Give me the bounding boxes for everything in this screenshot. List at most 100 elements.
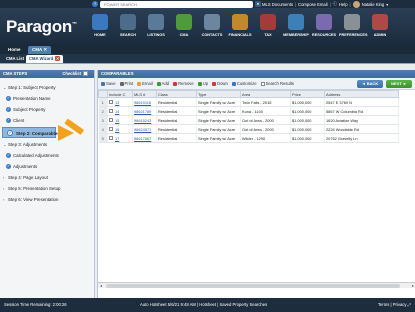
compose-email-link[interactable]: Compose Email	[298, 2, 328, 7]
checklist-toggle[interactable]: Checklist	[62, 70, 88, 78]
remove-button[interactable]: Remove	[173, 81, 194, 86]
up-button[interactable]: Up	[197, 81, 208, 86]
tab-cma-list[interactable]: CMA List	[3, 55, 27, 63]
mls-number-link[interactable]: 98617667	[132, 133, 157, 143]
tab-cma[interactable]: CMA ✕	[28, 46, 52, 54]
column-header[interactable]: Type	[196, 90, 241, 98]
nav-contacts[interactable]: CONTACTS	[199, 10, 225, 42]
tab-cma-wizard[interactable]: CMA Wizard ✕	[26, 55, 64, 63]
top-links: MLS Documents | Compose Email | ⓘ Help |…	[262, 0, 388, 8]
scroll-right-icon[interactable]: ▸	[410, 283, 415, 289]
step-item[interactable]: ✓ Step 2: Comparables	[2, 127, 60, 138]
add-button[interactable]: Add	[156, 81, 169, 86]
search-results-checkbox[interactable]	[260, 81, 265, 86]
chevron-right-icon[interactable]: ›	[3, 172, 4, 183]
tab-home[interactable]: Home	[4, 46, 25, 54]
search-results-toggle[interactable]: Search Results	[260, 81, 294, 86]
nav-home[interactable]: HOME	[87, 10, 113, 42]
row-id-link[interactable]: 15	[115, 118, 119, 123]
step-item[interactable]: › Step 4: Page Layout	[0, 172, 94, 183]
step-label: Step 1: Subject Property	[8, 85, 56, 90]
step-label: Step 5: Presentation Setup	[8, 186, 61, 191]
horizontal-scrollbar[interactable]: ◂ ▸	[98, 282, 415, 288]
nav-search[interactable]: SEARCH	[115, 10, 141, 42]
microphone-icon[interactable]: ●	[255, 1, 261, 7]
include-checkbox[interactable]	[109, 117, 113, 122]
chevron-down-icon[interactable]: ▾	[386, 2, 388, 7]
mls-number-link[interactable]: 98619118	[132, 97, 157, 107]
step-item[interactable]: ⌄ Step 1: Subject Property	[0, 82, 94, 93]
nav-financials[interactable]: FINANCIALS	[227, 10, 253, 42]
mls-number-link[interactable]: 98624577	[132, 124, 157, 134]
table-row[interactable]: 4 16 98624577 Residential Single Family w/ A…	[98, 124, 399, 134]
include-checkbox[interactable]	[109, 99, 113, 104]
nav-preferences[interactable]: PREFERENCES	[339, 10, 367, 42]
paragon-logo[interactable]: Paragon™	[6, 17, 77, 37]
column-header[interactable]: Address	[324, 90, 399, 98]
column-header[interactable]: Area	[240, 90, 291, 98]
scroll-left-icon[interactable]: ◂	[98, 283, 104, 289]
step-item[interactable]: ✓ Client	[0, 115, 94, 126]
chevron-right-icon[interactable]: ›	[3, 194, 4, 205]
down-button[interactable]: Down	[212, 81, 228, 86]
nav-membership[interactable]: MEMBERSHIP	[283, 10, 309, 42]
row-id-link[interactable]: 16	[115, 127, 119, 132]
nav-tax[interactable]: TAX	[255, 10, 281, 42]
row-id-link[interactable]: 14	[115, 109, 119, 114]
step-item[interactable]: ⌄ Step 3: Adjustments	[0, 139, 94, 150]
table-row[interactable]: 5 17 98617667 Residential Single Family w/ A…	[98, 133, 399, 143]
column-header[interactable]: Include C	[107, 90, 133, 98]
step-item[interactable]: › Step 6: View Presentation	[0, 194, 94, 205]
column-header[interactable]: MLS #	[132, 90, 157, 98]
power-search-input[interactable]: POWER SEARCH	[100, 1, 253, 8]
close-icon[interactable]: ✕	[55, 56, 61, 62]
step-item[interactable]: ✓ Calculated Adjustments	[0, 150, 94, 161]
terms-link[interactable]: Terms	[378, 302, 389, 307]
avatar[interactable]	[352, 0, 360, 8]
privacy-link[interactable]: Privacy	[393, 302, 407, 307]
include-checkbox[interactable]	[109, 126, 113, 131]
mls-number-link[interactable]: 98615243	[132, 115, 157, 125]
save-button[interactable]: Save	[101, 81, 116, 86]
email-button[interactable]: Email	[137, 81, 153, 86]
column-header[interactable]	[98, 90, 108, 98]
include-checkbox[interactable]	[109, 108, 113, 113]
row-id-link[interactable]: 17	[115, 136, 119, 141]
column-header[interactable]: Price	[290, 90, 325, 98]
table-row[interactable]: 3 15 98615243 Residential Single Family w/ A…	[98, 115, 399, 125]
step-item[interactable]: ✓ Subject Property	[0, 104, 94, 115]
type-cell: Single Family w/ Acre	[196, 106, 241, 116]
step-item[interactable]: ✓ Adjustments	[0, 161, 94, 172]
print-button[interactable]: Print	[119, 81, 133, 86]
nav-cma[interactable]: CMA	[171, 10, 197, 42]
chevron-right-icon[interactable]: ›	[3, 183, 4, 194]
column-header[interactable]: Class	[156, 90, 197, 98]
table-row[interactable]: 2 14 98621789 Residential Single Family w/ A…	[98, 106, 399, 116]
next-button[interactable]: NEXT ►	[386, 80, 412, 88]
mls-number-link[interactable]: 98621789	[132, 106, 157, 116]
step-item[interactable]: ✓ Presentation Name	[0, 93, 94, 104]
scrollbar-thumb[interactable]	[106, 284, 400, 288]
checklist-checkbox[interactable]	[83, 71, 88, 77]
help-icon[interactable]: ⓘ	[333, 1, 337, 7]
nav-listings[interactable]: LISTINGS	[143, 10, 169, 42]
nav-resources[interactable]: RESOURCES	[311, 10, 337, 42]
help-link[interactable]: Help	[339, 2, 348, 7]
table-row[interactable]: 1 13 98619118 Residential Single Family w/ A…	[98, 97, 399, 107]
hotsheet-links[interactable]: Auto Hotsheet 5/6/21 9:48 AM | Hotsheet …	[140, 302, 267, 307]
nav-label: HOME	[94, 33, 106, 37]
back-button[interactable]: ◄ BACK	[357, 80, 383, 88]
chevron-down-icon[interactable]: ⌄	[3, 82, 6, 93]
user-name[interactable]: Natalie King	[362, 2, 385, 7]
expand-icon[interactable]: ⤢	[408, 302, 411, 307]
mls-documents-link[interactable]: MLS Documents	[262, 2, 293, 7]
step-label: Step 2: Comparables	[16, 131, 60, 136]
row-id-link[interactable]: 13	[115, 100, 119, 105]
step-item[interactable]: › Step 5: Presentation Setup	[0, 183, 94, 194]
info-icon[interactable]: ?	[92, 1, 98, 7]
customize-button[interactable]: Customize	[231, 81, 257, 86]
include-checkbox[interactable]	[109, 135, 113, 140]
chevron-down-icon[interactable]: ⌄	[3, 139, 6, 150]
nav-admin[interactable]: ADMIN	[367, 10, 393, 42]
close-icon[interactable]: ✕	[43, 47, 47, 52]
